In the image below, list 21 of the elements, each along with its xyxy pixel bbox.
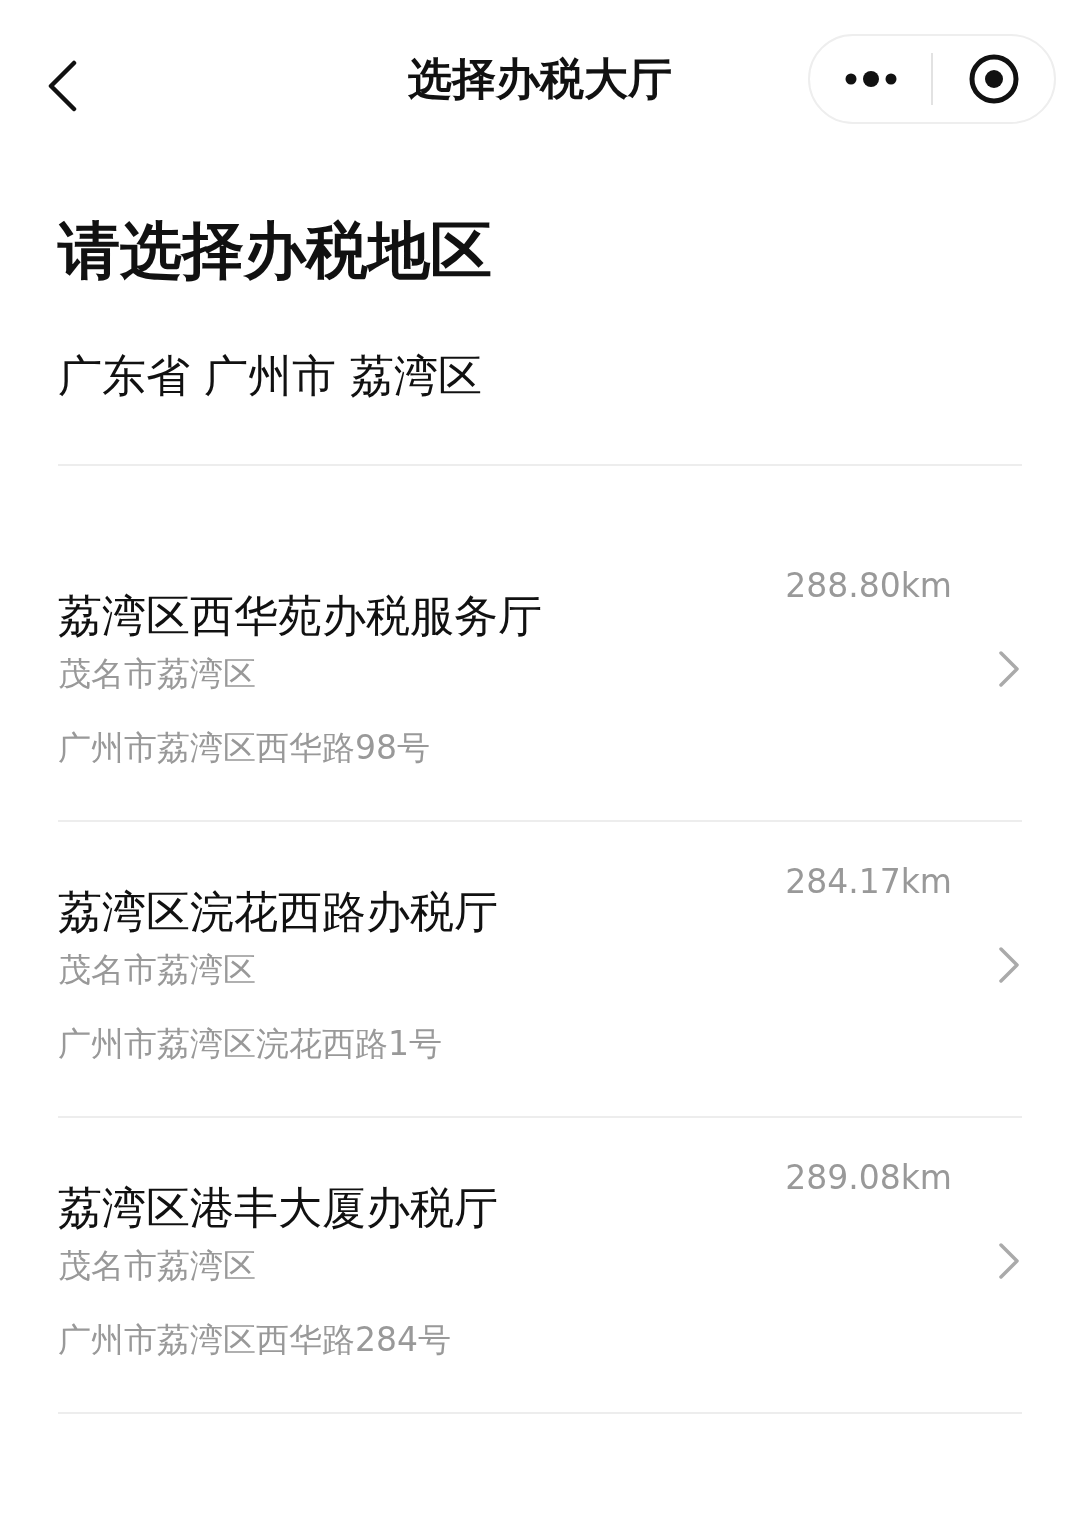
distance-label: 288.80km [785, 566, 952, 606]
hall-name: 荔湾区西华苑办税服务厅 [58, 589, 542, 643]
distance-label: 289.08km [785, 1158, 952, 1198]
chevron-right-icon [998, 650, 1020, 688]
hall-area: 茂名市荔湾区 [58, 1246, 256, 1286]
chevron-right-icon [998, 1242, 1020, 1280]
hall-item[interactable]: 荔湾区浣花西路办税厅 茂名市荔湾区 广州市荔湾区浣花西路1号 284.17km [58, 822, 1022, 1116]
hall-name: 荔湾区港丰大厦办税厅 [58, 1181, 498, 1235]
hall-name: 荔湾区浣花西路办税厅 [58, 885, 498, 939]
chevron-right-icon [998, 946, 1020, 984]
hall-area: 茂名市荔湾区 [58, 950, 256, 990]
hall-address: 广州市荔湾区西华路98号 [58, 728, 430, 768]
hall-address: 广州市荔湾区西华路284号 [58, 1320, 451, 1360]
region-selector[interactable]: 广东省 广州市 荔湾区 [58, 346, 1022, 406]
page-title: 选择办税大厅 [408, 51, 672, 106]
hall-area: 茂名市荔湾区 [58, 654, 256, 694]
hall-address: 广州市荔湾区浣花西路1号 [58, 1024, 442, 1064]
section-heading: 请选择办税地区 [58, 213, 493, 289]
hall-item[interactable]: 荔湾区港丰大厦办税厅 茂名市荔湾区 广州市荔湾区西华路284号 289.08km [58, 1118, 1022, 1412]
distance-label: 284.17km [785, 862, 952, 902]
hall-item[interactable]: 荔湾区西华苑办税服务厅 茂名市荔湾区 广州市荔湾区西华路98号 288.80km [58, 526, 1022, 820]
